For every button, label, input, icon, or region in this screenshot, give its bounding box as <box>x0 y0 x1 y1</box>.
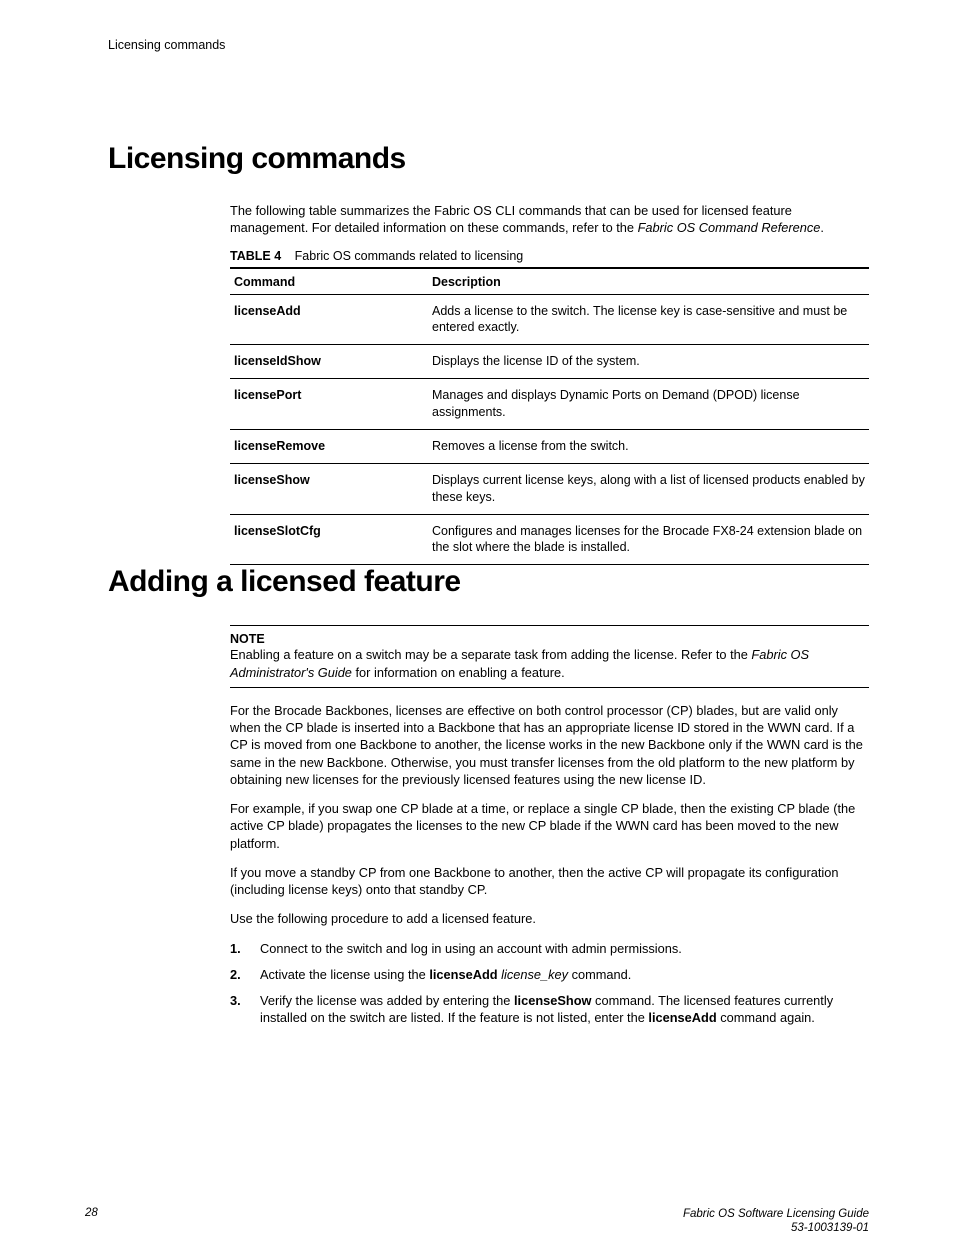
body-paragraph: If you move a standby CP from one Backbo… <box>230 864 869 899</box>
note-text: Enabling a feature on a switch may be a … <box>230 646 869 681</box>
step-text: Verify the license was added by entering… <box>260 993 514 1008</box>
cmd-desc: Displays the license ID of the system. <box>428 345 869 379</box>
cmd-name: licenseSlotCfg <box>230 514 428 565</box>
step-text: command again. <box>717 1010 815 1025</box>
note-text-b: for information on enabling a feature. <box>352 665 565 680</box>
table-caption: TABLE 4 Fabric OS commands related to li… <box>230 249 869 263</box>
step-item: Connect to the switch and log in using a… <box>230 940 869 958</box>
note-label: NOTE <box>230 632 869 646</box>
footer-doc-info: Fabric OS Software Licensing Guide 53-10… <box>683 1207 869 1236</box>
cmd-desc: Displays current license keys, along wit… <box>428 463 869 514</box>
section-title-adding-feature: Adding a licensed feature <box>108 565 869 599</box>
intro-text-b: . <box>820 220 824 235</box>
table-header-description: Description <box>428 268 869 295</box>
table-caption-text: Fabric OS commands related to licensing <box>295 249 524 263</box>
command-inline: licenseShow <box>514 993 592 1008</box>
note-block: NOTE Enabling a feature on a switch may … <box>230 625 869 688</box>
section-title-licensing-commands: Licensing commands <box>108 142 869 176</box>
footer-docnum: 53-1003139-01 <box>683 1221 869 1235</box>
command-inline: licenseAdd <box>429 967 497 982</box>
intro-reference: Fabric OS Command Reference <box>638 220 821 235</box>
step-text: Activate the license using the <box>260 967 429 982</box>
footer-title: Fabric OS Software Licensing Guide <box>683 1207 869 1221</box>
table-row: licenseShow Displays current license key… <box>230 463 869 514</box>
step-item: Verify the license was added by entering… <box>230 992 869 1028</box>
cmd-desc: Adds a license to the switch. The licens… <box>428 294 869 345</box>
step-item: Activate the license using the licenseAd… <box>230 966 869 984</box>
table-row: licenseRemove Removes a license from the… <box>230 429 869 463</box>
argument-inline: license_key <box>501 967 568 982</box>
commands-table: Command Description licenseAdd Adds a li… <box>230 267 869 566</box>
body-paragraph: Use the following procedure to add a lic… <box>230 910 869 927</box>
cmd-name: licenseShow <box>230 463 428 514</box>
cmd-name: licenseAdd <box>230 294 428 345</box>
cmd-desc: Manages and displays Dynamic Ports on De… <box>428 379 869 430</box>
cmd-desc: Removes a license from the switch. <box>428 429 869 463</box>
running-header: Licensing commands <box>108 38 869 52</box>
body-paragraph: For the Brocade Backbones, licenses are … <box>230 702 869 788</box>
table-header-command: Command <box>230 268 428 295</box>
table-row: licensePort Manages and displays Dynamic… <box>230 379 869 430</box>
table-row: licenseSlotCfg Configures and manages li… <box>230 514 869 565</box>
intro-paragraph: The following table summarizes the Fabri… <box>230 202 869 237</box>
procedure-steps: Connect to the switch and log in using a… <box>230 940 869 1028</box>
cmd-desc: Configures and manages licenses for the … <box>428 514 869 565</box>
step-text: command. <box>568 967 631 982</box>
table-row: licenseIdShow Displays the license ID of… <box>230 345 869 379</box>
table-label: TABLE 4 <box>230 249 281 263</box>
cmd-name: licenseRemove <box>230 429 428 463</box>
cmd-name: licenseIdShow <box>230 345 428 379</box>
body-paragraph: For example, if you swap one CP blade at… <box>230 800 869 852</box>
command-inline: licenseAdd <box>648 1010 716 1025</box>
table-row: licenseAdd Adds a license to the switch.… <box>230 294 869 345</box>
note-text-a: Enabling a feature on a switch may be a … <box>230 647 751 662</box>
cmd-name: licensePort <box>230 379 428 430</box>
page-number: 28 <box>85 1207 98 1219</box>
